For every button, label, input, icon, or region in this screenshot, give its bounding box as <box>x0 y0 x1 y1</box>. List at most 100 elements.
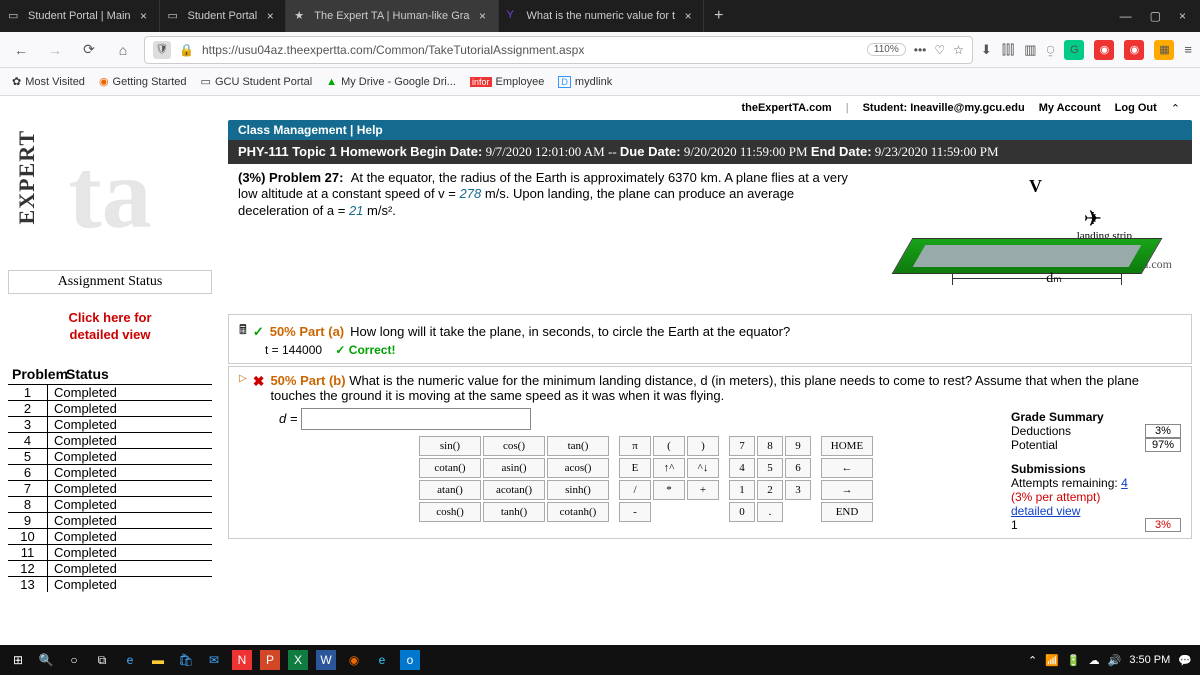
keypad-button[interactable]: acos() <box>547 458 609 478</box>
bookmark-item[interactable]: ▭GCU Student Portal <box>201 75 313 88</box>
reload-button[interactable]: ⟳ <box>76 37 102 63</box>
new-tab-button[interactable]: + <box>704 7 733 25</box>
keypad-button[interactable]: acotan() <box>483 480 545 500</box>
keypad-button[interactable]: sinh() <box>547 480 609 500</box>
close-icon[interactable]: × <box>263 9 277 23</box>
answer-input[interactable] <box>301 408 531 430</box>
keypad-button[interactable]: ) <box>687 436 719 456</box>
ext-icon[interactable]: ◉ <box>1124 40 1144 60</box>
excel-icon[interactable]: X <box>288 650 308 670</box>
bookmark-icon[interactable]: ☆ <box>953 43 964 57</box>
start-button[interactable]: ⊞ <box>8 650 28 670</box>
problem-row[interactable]: 8Completed <box>8 496 212 512</box>
powerpoint-icon[interactable]: P <box>260 650 280 670</box>
close-window-icon[interactable]: × <box>1179 9 1186 23</box>
forward-button[interactable]: → <box>42 37 68 63</box>
back-button[interactable]: ← <box>8 37 34 63</box>
bookmark-item[interactable]: Dmydlink <box>558 76 612 88</box>
browser-tab[interactable]: ▭Student Portal | Main× <box>0 0 160 32</box>
keypad-button[interactable]: 1 <box>729 480 755 500</box>
browser-tab[interactable]: YWhat is the numeric value for t× <box>499 0 705 32</box>
keypad-button[interactable]: cotan() <box>419 458 481 478</box>
bookmark-item[interactable]: ✿Most Visited <box>12 75 85 88</box>
account-icon[interactable]: ⍜ <box>1047 42 1055 58</box>
keypad-button[interactable]: ← <box>821 458 873 478</box>
zoom-indicator[interactable]: 110% <box>867 43 906 56</box>
problem-row[interactable]: 3Completed <box>8 416 212 432</box>
keypad-button[interactable]: 3 <box>785 480 811 500</box>
ext-icon[interactable]: ▦ <box>1154 40 1174 60</box>
search-icon[interactable]: 🔍 <box>36 650 56 670</box>
class-management-bar[interactable]: Class Management | Help <box>228 120 1192 140</box>
minimize-icon[interactable]: — <box>1120 9 1132 23</box>
keypad-button[interactable]: - <box>619 502 651 522</box>
keypad-button[interactable]: atan() <box>419 480 481 500</box>
battery-icon[interactable]: 🔋 <box>1067 654 1081 667</box>
problem-row[interactable]: 12Completed <box>8 560 212 576</box>
more-icon[interactable]: ••• <box>914 43 927 57</box>
bookmark-item[interactable]: ▲My Drive - Google Dri... <box>326 76 456 88</box>
bookmark-item[interactable]: ◉Getting Started <box>99 75 187 88</box>
keypad-button[interactable]: HOME <box>821 436 873 456</box>
logout-link[interactable]: Log Out <box>1115 102 1157 114</box>
close-icon[interactable]: × <box>137 9 151 23</box>
keypad-button[interactable]: → <box>821 480 873 500</box>
bookmark-item[interactable]: inforEmployee <box>470 76 544 88</box>
keypad-button[interactable]: 7 <box>729 436 755 456</box>
detailed-view-link[interactable]: detailed view <box>1011 504 1181 518</box>
home-button[interactable]: ⌂ <box>110 37 136 63</box>
maximize-icon[interactable]: ▢ <box>1150 9 1161 23</box>
keypad-button[interactable]: . <box>757 502 783 522</box>
problem-row[interactable]: 6Completed <box>8 464 212 480</box>
shield-icon[interactable]: 🛡 <box>153 41 171 59</box>
keypad-button[interactable]: 8 <box>757 436 783 456</box>
menu-icon[interactable]: ≡ <box>1184 42 1192 57</box>
close-icon[interactable]: × <box>476 9 490 23</box>
keypad-button[interactable]: tanh() <box>483 502 545 522</box>
scroll-up-icon[interactable]: ⌃ <box>1171 102 1180 115</box>
keypad-button[interactable]: 4 <box>729 458 755 478</box>
store-icon[interactable]: 🛍 <box>176 650 196 670</box>
download-icon[interactable]: ⬇ <box>981 42 992 58</box>
wifi-icon[interactable]: 📶 <box>1045 654 1059 667</box>
keypad-button[interactable]: cos() <box>483 436 545 456</box>
problem-row[interactable]: 10Completed <box>8 528 212 544</box>
problem-row[interactable]: 1Completed <box>8 384 212 400</box>
task-view-icon[interactable]: ⧉ <box>92 650 112 670</box>
keypad-button[interactable]: 9 <box>785 436 811 456</box>
keypad-button[interactable]: 2 <box>757 480 783 500</box>
attempts-remaining[interactable]: 4 <box>1121 476 1128 490</box>
keypad-button[interactable]: ^↓ <box>687 458 719 478</box>
problem-row[interactable]: 4Completed <box>8 432 212 448</box>
explorer-icon[interactable]: ▬ <box>148 650 168 670</box>
detailed-view-link[interactable]: Click here for detailed view <box>8 310 212 344</box>
keypad-button[interactable]: asin() <box>483 458 545 478</box>
keypad-button[interactable]: * <box>653 480 685 500</box>
reader-icon[interactable]: ♡ <box>934 43 945 57</box>
cortana-icon[interactable]: ○ <box>64 650 84 670</box>
word-icon[interactable]: W <box>316 650 336 670</box>
keypad-button[interactable]: cosh() <box>419 502 481 522</box>
keypad-button[interactable]: / <box>619 480 651 500</box>
keypad-button[interactable]: π <box>619 436 651 456</box>
my-account-link[interactable]: My Account <box>1039 102 1101 114</box>
ie-icon[interactable]: e <box>372 650 392 670</box>
keypad-button[interactable]: 5 <box>757 458 783 478</box>
url-bar[interactable]: 🛡 🔒 https://usu04az.theexpertta.com/Comm… <box>144 36 973 64</box>
sidebar-icon[interactable]: ▥ <box>1024 42 1036 58</box>
close-icon[interactable]: × <box>681 9 695 23</box>
keypad-button[interactable]: ↑^ <box>653 458 685 478</box>
problem-row[interactable]: 5Completed <box>8 448 212 464</box>
keypad-button[interactable]: ( <box>653 436 685 456</box>
keypad-button[interactable]: cotanh() <box>547 502 609 522</box>
edge-icon[interactable]: e <box>120 650 140 670</box>
library-icon[interactable]: ⫿⫿⫿ <box>1002 42 1014 58</box>
keypad-button[interactable]: sin() <box>419 436 481 456</box>
keypad-button[interactable]: + <box>687 480 719 500</box>
ext-icon[interactable]: G <box>1064 40 1084 60</box>
keypad-button[interactable]: 0 <box>729 502 755 522</box>
firefox-icon[interactable]: ◉ <box>344 650 364 670</box>
browser-tab[interactable]: ★The Expert TA | Human-like Gra× <box>286 0 498 32</box>
app-icon[interactable]: N <box>232 650 252 670</box>
problem-row[interactable]: 2Completed <box>8 400 212 416</box>
